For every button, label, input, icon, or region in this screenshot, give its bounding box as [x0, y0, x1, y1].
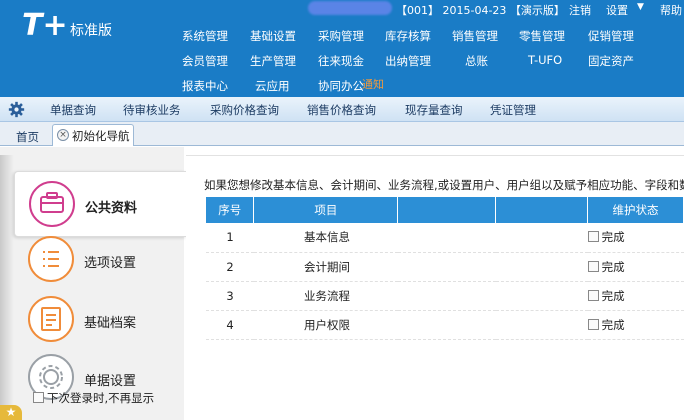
quick-item[interactable]: 凭证管理: [490, 102, 536, 118]
menu-item[interactable]: 总账: [465, 53, 488, 69]
panel-shadow: [0, 155, 14, 420]
menu-item[interactable]: 采购管理: [318, 28, 364, 44]
status-cell[interactable]: 完成: [587, 252, 684, 282]
status-cell[interactable]: 完成: [587, 223, 684, 253]
nav-label: 公共资料: [85, 201, 138, 216]
settings-caret-icon[interactable]: ▼: [637, 2, 644, 12]
col-header: 项目: [253, 197, 399, 223]
logout-link[interactable]: 注销: [569, 2, 591, 18]
menu-item[interactable]: 库存核算: [385, 28, 431, 44]
row-item[interactable]: 会计期间: [253, 252, 398, 282]
quick-item[interactable]: 待审核业务: [123, 102, 181, 118]
star-icon[interactable]: ★: [0, 405, 22, 420]
menu-item[interactable]: 促销管理: [588, 28, 634, 44]
table-row[interactable]: 2 会计期间 完成: [206, 252, 684, 282]
menu-item[interactable]: 协同办公: [318, 78, 364, 94]
col-header: [495, 197, 589, 223]
col-header: 维护状态: [587, 197, 684, 223]
status-checkbox[interactable]: [587, 318, 599, 330]
dont-show-checkbox[interactable]: [33, 392, 44, 403]
session-info: 【001】 2015-04-23 【演示版】: [396, 4, 565, 17]
menu-item[interactable]: T-UFO: [528, 53, 562, 67]
logo-mark: T+: [22, 8, 68, 43]
menu-item[interactable]: 基础设置: [250, 28, 296, 44]
quick-item[interactable]: 销售价格查询: [307, 102, 376, 118]
quick-item[interactable]: 采购价格查询: [210, 102, 279, 118]
menu-item[interactable]: 云应用: [255, 78, 290, 94]
notice-badge[interactable]: 通知: [362, 76, 384, 92]
row-item[interactable]: 业务流程: [253, 281, 398, 311]
menu-item[interactable]: 固定资产: [588, 53, 634, 69]
quick-toolbar: 单据查询 待审核业务 采购价格查询 销售价格查询 现存量查询 凭证管理: [0, 97, 684, 122]
quick-item[interactable]: 单据查询: [50, 102, 96, 118]
list-icon: [28, 236, 74, 282]
document-icon: [28, 296, 74, 342]
close-icon[interactable]: ×: [57, 129, 69, 141]
menu-item[interactable]: 系统管理: [182, 28, 228, 44]
main-panel: 如果您想修改基本信息、会计期间、业务流程,或设置用户、用户组以及赋予相应功能、字…: [186, 155, 684, 420]
menu-item[interactable]: 报表中心: [182, 78, 228, 94]
table-row[interactable]: 1 基本信息 完成: [206, 223, 684, 253]
menu-item[interactable]: 会员管理: [182, 53, 228, 69]
init-table: 序号 项目 维护状态 1 基本信息 完成 2 会计期间 完成 3 业务流程 完成…: [206, 197, 684, 340]
row-item[interactable]: 用户权限: [253, 310, 398, 340]
dont-show-again[interactable]: 下次登录时,不再显示: [33, 390, 154, 406]
table-row[interactable]: 4 用户权限 完成: [206, 310, 684, 340]
menu-item[interactable]: 往来现金: [318, 53, 364, 69]
edition-label: 标准版: [70, 23, 112, 39]
tab-label: 初始化导航: [72, 129, 130, 143]
status-cell[interactable]: 完成: [587, 281, 684, 311]
nav-label: 基础档案: [84, 316, 137, 331]
content-area: 公共资料 选项设置 基础档案 单据设置 如果您想修改基本信息、会计期间、业务流程…: [0, 147, 684, 420]
tab-home[interactable]: 首页: [8, 126, 47, 146]
status-label: 完成: [601, 230, 625, 245]
menu-item[interactable]: 出纳管理: [385, 53, 431, 69]
help-link[interactable]: 帮助: [660, 2, 682, 18]
nav-options[interactable]: 选项设置: [14, 227, 186, 293]
row-seq: 3: [206, 281, 254, 311]
status-label: 完成: [601, 259, 625, 274]
app-logo: T+ 标准版: [22, 8, 162, 48]
briefcase-icon: [29, 181, 75, 227]
quick-item[interactable]: 现存量查询: [405, 102, 463, 118]
settings-link[interactable]: 设置: [606, 2, 628, 18]
status-checkbox[interactable]: [587, 260, 599, 272]
nav-label: 单据设置: [84, 374, 137, 389]
menu-item[interactable]: 生产管理: [250, 53, 296, 69]
table-row[interactable]: 3 业务流程 完成: [206, 281, 684, 311]
row-seq: 4: [206, 310, 254, 340]
nav-basic-archive[interactable]: 基础档案: [14, 287, 186, 353]
row-seq: 2: [206, 252, 254, 282]
col-header: [397, 197, 497, 223]
menu-item[interactable]: 销售管理: [452, 28, 498, 44]
tab-bar: 首页 × 初始化导航: [0, 122, 684, 146]
menu-item[interactable]: 零售管理: [519, 28, 565, 44]
gear-icon[interactable]: [8, 101, 25, 118]
blurred-username: [308, 1, 392, 15]
app-header: T+ 标准版 【001】 2015-04-23 【演示版】 注销 设置 ▼ 帮助…: [0, 0, 684, 97]
row-item[interactable]: 基本信息: [253, 223, 398, 253]
tab-init-nav[interactable]: × 初始化导航: [52, 124, 134, 146]
col-header: 序号: [206, 197, 255, 223]
status-label: 完成: [601, 288, 625, 303]
row-seq: 1: [206, 223, 254, 253]
status-checkbox[interactable]: [587, 231, 599, 243]
status-label: 完成: [601, 317, 625, 332]
nav-label: 选项设置: [84, 256, 137, 271]
status-checkbox[interactable]: [587, 289, 599, 301]
dont-show-label: 下次登录时,不再显示: [47, 391, 155, 405]
intro-text: 如果您想修改基本信息、会计期间、业务流程,或设置用户、用户组以及赋予相应功能、字…: [204, 178, 684, 192]
status-cell[interactable]: 完成: [587, 310, 684, 340]
